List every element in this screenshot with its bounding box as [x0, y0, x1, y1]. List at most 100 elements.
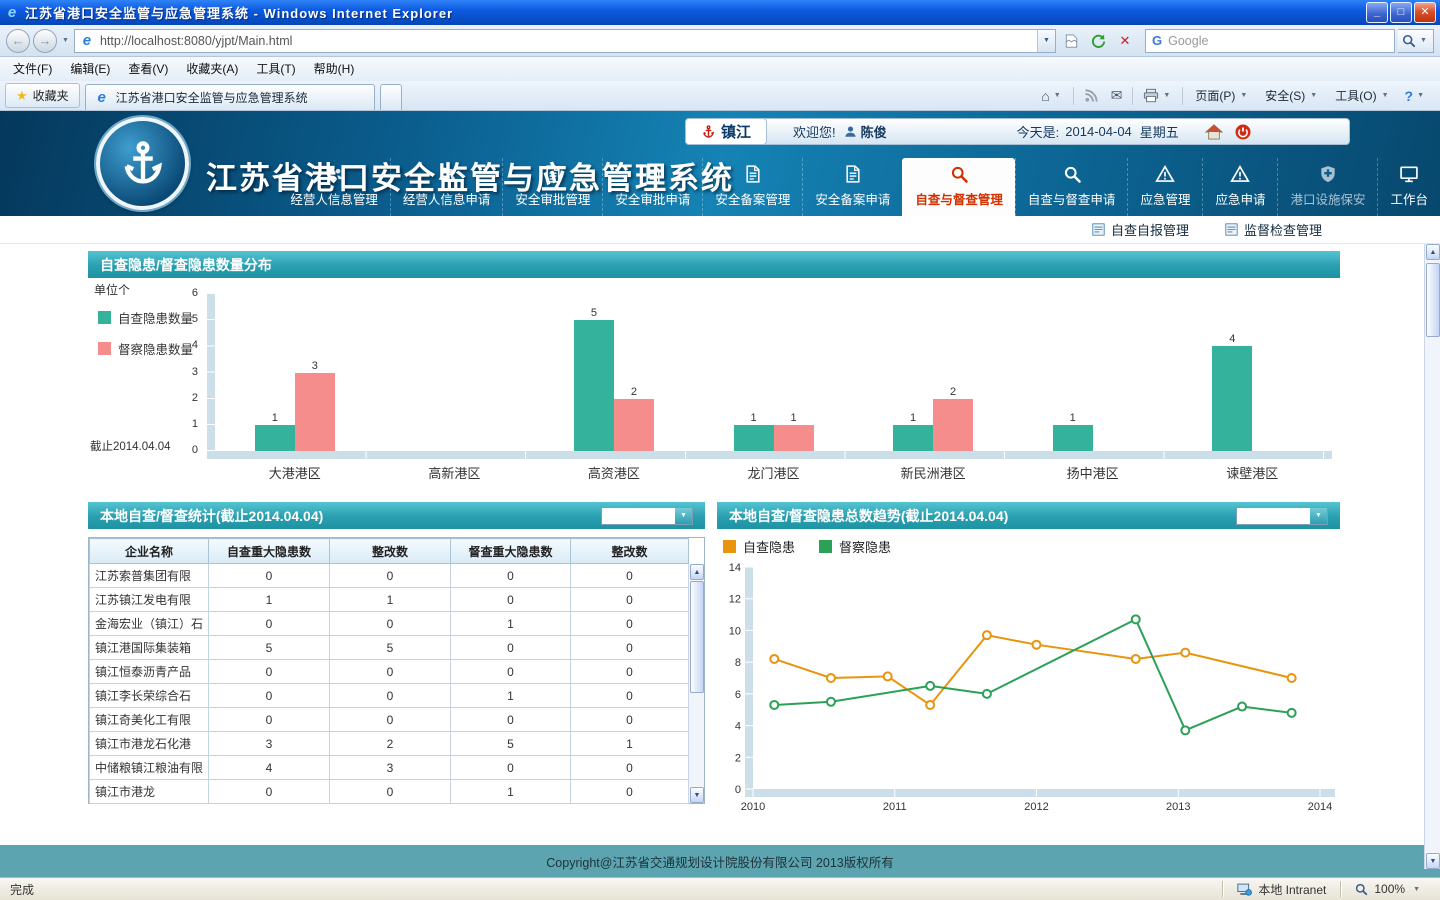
- subnav-supervision-check-mgmt[interactable]: 监督检查管理: [1225, 220, 1322, 239]
- menu-edit[interactable]: 编辑(E): [61, 57, 119, 81]
- table-row[interactable]: 江苏索普集团有限0000: [90, 564, 689, 588]
- bar-value-label: 4: [1229, 333, 1235, 346]
- maximize-button[interactable]: □: [1390, 2, 1412, 23]
- forward-button[interactable]: →: [33, 29, 57, 53]
- data-point-marker: [1132, 655, 1140, 663]
- table-row[interactable]: 镇江市港龙石化港3251: [90, 732, 689, 756]
- rss-button[interactable]: [1079, 86, 1104, 105]
- nav-safety-approval-apply[interactable]: 安全审批申请: [602, 158, 702, 216]
- data-point-marker: [1181, 649, 1189, 657]
- page-header: 江苏省港口安全监管与应急管理系统 镇江 欢迎您! 陈俊 今天是: 2014-04…: [0, 111, 1440, 216]
- close-button[interactable]: ✕: [1414, 2, 1436, 23]
- menu-help[interactable]: 帮助(H): [305, 57, 364, 81]
- favorites-button[interactable]: ★ 收藏夹: [5, 83, 80, 108]
- scroll-up-button[interactable]: ▲: [690, 564, 704, 580]
- table-row[interactable]: 镇江奇美化工有限0000: [90, 708, 689, 732]
- table-row[interactable]: 金海宏业（镇江）石0010: [90, 612, 689, 636]
- zoom-control[interactable]: 100% ▼: [1349, 882, 1440, 896]
- people-icon: [323, 164, 345, 184]
- company-name-cell: 江苏镇江发电有限: [90, 588, 209, 612]
- scroll-thumb[interactable]: [1426, 263, 1440, 337]
- url-field[interactable]: e http://localhost:8080/yjpt/Main.html ▼: [74, 29, 1056, 53]
- toolbar-separator: [1132, 87, 1133, 105]
- value-cell: 3: [330, 756, 451, 780]
- address-bar: ← → ▼ e http://localhost:8080/yjpt/Main.…: [0, 25, 1440, 57]
- bar: [574, 320, 614, 451]
- nav-emergency-mgmt[interactable]: 应急管理: [1127, 158, 1202, 216]
- home-shortcut-button[interactable]: [1205, 124, 1223, 140]
- nav-selfcheck-supervision-mgmt[interactable]: 自查与督查管理: [902, 158, 1015, 216]
- tools-menu-button[interactable]: 工具(O) ▼: [1328, 85, 1397, 106]
- table-row[interactable]: 镇江港国际集装箱5500: [90, 636, 689, 660]
- url-text: http://localhost:8080/yjpt/Main.html: [100, 34, 1032, 48]
- scroll-down-button[interactable]: ▼: [1426, 853, 1440, 869]
- page-menu-button[interactable]: 页面(P) ▼: [1188, 85, 1256, 106]
- bar-value-label: 1: [1070, 412, 1076, 425]
- nav-emergency-apply[interactable]: 应急申请: [1202, 158, 1277, 216]
- nav-operator-info-mgmt[interactable]: 经营人信息管理: [278, 158, 390, 216]
- company-name-cell: 江苏索普集团有限: [90, 564, 209, 588]
- home-button[interactable]: ⌂ ▼: [1036, 86, 1067, 106]
- search-go-button[interactable]: ▼: [1398, 29, 1434, 53]
- scroll-up-button[interactable]: ▲: [1426, 244, 1440, 260]
- new-tab-button[interactable]: [380, 84, 402, 110]
- sub-nav: 自查自报管理 监督检查管理: [0, 216, 1440, 244]
- city-selector[interactable]: 镇江: [685, 118, 767, 145]
- stop-button[interactable]: ✕: [1113, 29, 1137, 53]
- nav-safety-record-apply[interactable]: 安全备案申请: [802, 158, 902, 216]
- printer-icon: [1143, 88, 1159, 103]
- nav-safety-approval-mgmt[interactable]: 安全审批管理: [502, 158, 602, 216]
- help-button[interactable]: ? ▼: [1400, 86, 1432, 106]
- search-input[interactable]: G Google: [1145, 29, 1395, 53]
- safety-menu-button[interactable]: 安全(S) ▼: [1258, 85, 1326, 106]
- people-icon: [436, 164, 458, 184]
- scroll-down-button[interactable]: ▼: [690, 787, 704, 803]
- minimize-button[interactable]: _: [1366, 2, 1388, 23]
- bar-value-label: 1: [790, 412, 796, 425]
- subnav-selfreport-mgmt[interactable]: 自查自报管理: [1092, 220, 1189, 239]
- nav-operator-info-apply[interactable]: 经营人信息申请: [390, 158, 503, 216]
- page-scrollbar[interactable]: ▲ ▼: [1424, 244, 1440, 869]
- x-tick-label: 2013: [1166, 801, 1190, 813]
- bar-chart: 单位个 自查隐患数量 督察隐患数量 截止2014.04.04 6543210 1…: [88, 278, 1340, 479]
- table-row[interactable]: 镇江恒泰沥青产品0000: [90, 660, 689, 684]
- value-cell: 2: [330, 732, 451, 756]
- trend-filter-select[interactable]: ▼: [1236, 507, 1328, 525]
- bar-y-tick-label: 1: [176, 418, 198, 430]
- table-row[interactable]: 中储粮镇江粮油有限4300: [90, 756, 689, 780]
- menu-view[interactable]: 查看(V): [119, 57, 177, 81]
- bar-y-tick-label: 6: [176, 287, 198, 299]
- nav-label: 安全审批管理: [515, 189, 590, 208]
- x-tick-label: 2014: [1308, 801, 1332, 813]
- y-tick-label: 0: [735, 784, 741, 796]
- table-filter-select[interactable]: ▼: [601, 507, 693, 525]
- table-row[interactable]: 镇江李长荣综合石0010: [90, 684, 689, 708]
- read-mail-button[interactable]: ✉: [1106, 85, 1128, 106]
- refresh-button[interactable]: [1086, 29, 1110, 53]
- table-scrollbar[interactable]: ▲ ▼: [688, 564, 704, 803]
- menu-favorites[interactable]: 收藏夹(A): [177, 57, 247, 81]
- table-row[interactable]: 镇江市港龙0010: [90, 780, 689, 804]
- x-axis-band: [745, 789, 1335, 797]
- combo-caret-icon[interactable]: ▼: [1310, 508, 1327, 524]
- scroll-thumb[interactable]: [690, 581, 704, 693]
- menu-file[interactable]: 文件(F): [4, 57, 61, 81]
- combo-caret-icon[interactable]: ▼: [675, 508, 692, 524]
- url-dropdown-icon[interactable]: ▼: [1037, 30, 1055, 52]
- compatibility-view-button[interactable]: [1059, 29, 1083, 53]
- nav-selfcheck-supervision-apply[interactable]: 自查与督查申请: [1015, 158, 1128, 216]
- nav-workbench[interactable]: 工作台: [1377, 158, 1440, 216]
- nav-safety-record-mgmt[interactable]: 安全备案管理: [702, 158, 802, 216]
- value-cell: 5: [451, 732, 571, 756]
- logout-button[interactable]: [1235, 124, 1251, 140]
- table-panel-title: 本地自查/督查统计(截止2014.04.04): [100, 506, 323, 526]
- history-caret-icon[interactable]: ▼: [60, 37, 71, 44]
- data-point-marker: [983, 631, 991, 639]
- back-button[interactable]: ←: [6, 29, 30, 53]
- table-row[interactable]: 江苏镇江发电有限1100: [90, 588, 689, 612]
- tools-menu-label: 工具(O): [1335, 87, 1376, 104]
- nav-port-facility-security[interactable]: 港口设施保安: [1277, 158, 1377, 216]
- browser-tab-active[interactable]: e 江苏省港口安全监管与应急管理系统: [85, 84, 375, 110]
- menu-tools[interactable]: 工具(T): [247, 57, 304, 81]
- print-button[interactable]: ▼: [1138, 86, 1177, 105]
